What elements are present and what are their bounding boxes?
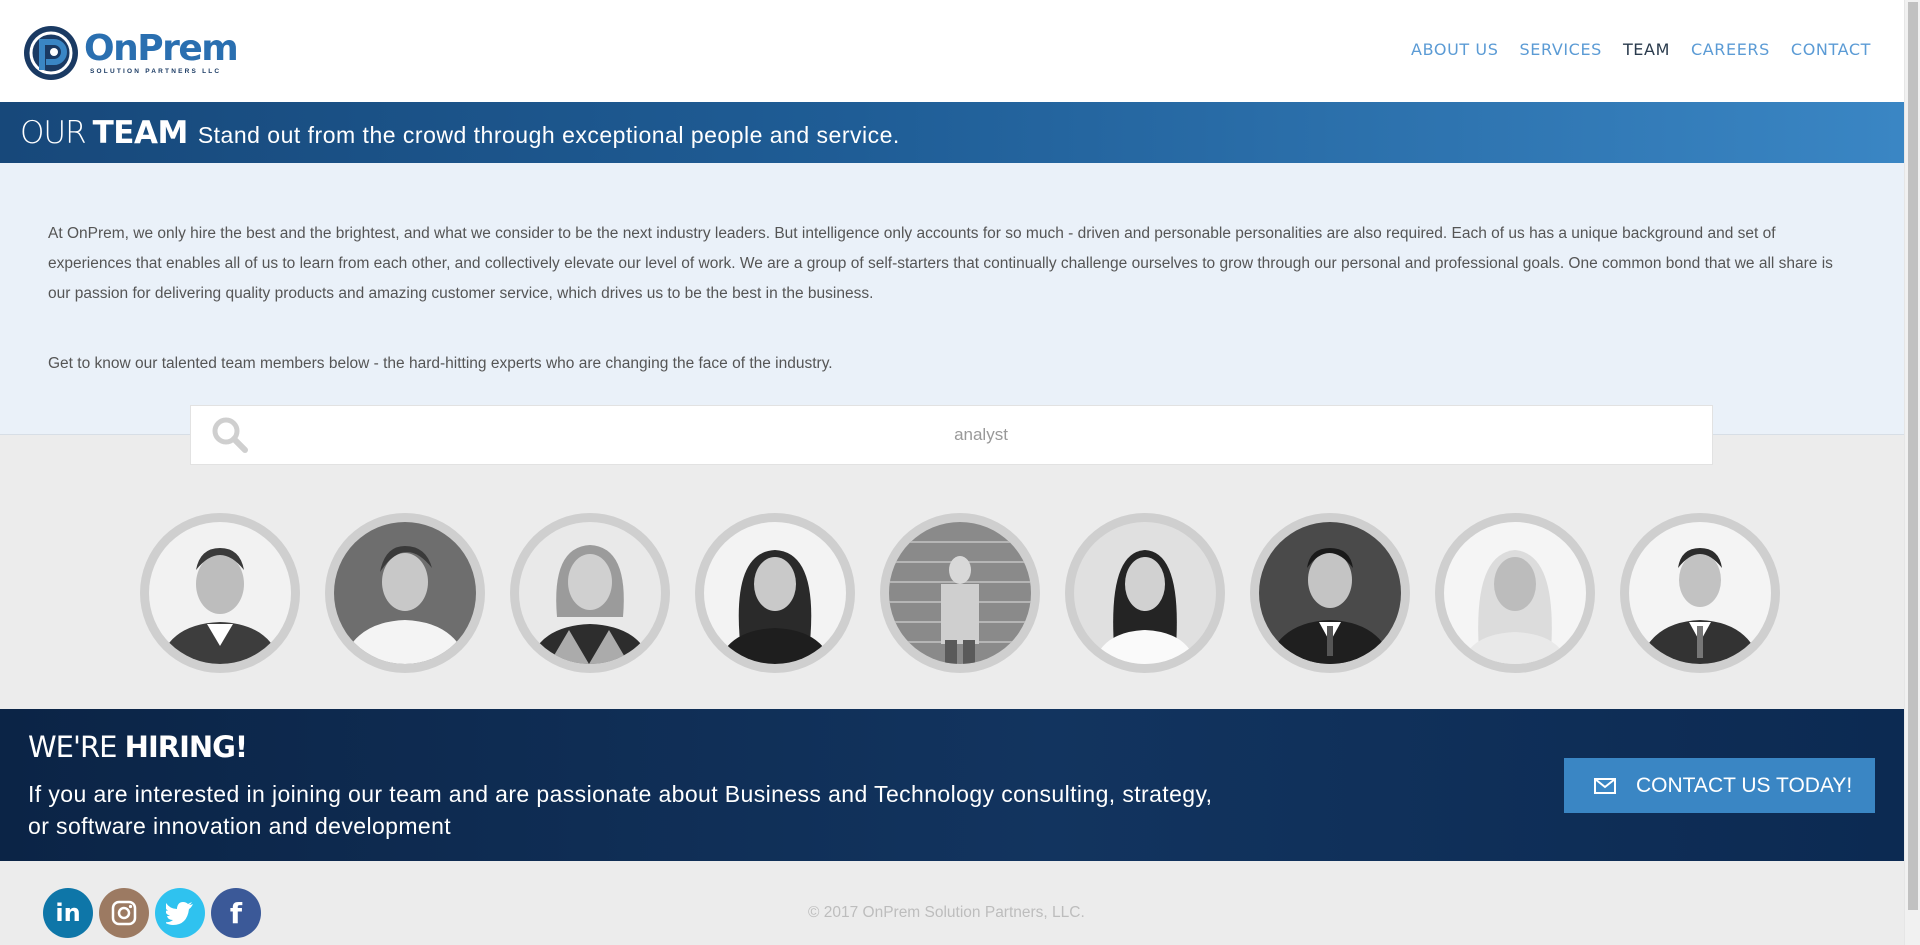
banner-tagline: Stand out from the crowd through excepti… — [197, 122, 900, 148]
twitter-icon[interactable] — [155, 888, 205, 938]
contact-us-label: CONTACT US TODAY! — [1636, 773, 1853, 797]
linkedin-icon[interactable]: in — [43, 888, 93, 938]
logo[interactable]: OnPrem SOLUTION PARTNERS LLC — [22, 24, 239, 82]
hiring-section: WE'RE HIRING! If you are interested in j… — [0, 709, 1904, 861]
nav-contact[interactable]: CONTACT — [1791, 40, 1871, 59]
team-member-avatar[interactable] — [695, 513, 855, 673]
team-search-input[interactable] — [271, 414, 1691, 456]
nav-about-us[interactable]: ABOUT US — [1411, 40, 1498, 59]
nav-careers[interactable]: CAREERS — [1691, 40, 1770, 59]
team-member-avatar[interactable] — [1620, 513, 1780, 673]
nav-services[interactable]: SERVICES — [1520, 40, 1602, 59]
social-links: in f — [43, 888, 261, 938]
main-nav: ABOUT US SERVICES TEAM CAREERS CONTACT — [1411, 40, 1871, 59]
team-member-avatar[interactable] — [1435, 513, 1595, 673]
facebook-label: f — [229, 896, 243, 930]
banner-title-team: TEAM — [92, 114, 189, 151]
envelope-icon — [1594, 777, 1616, 794]
search-icon[interactable] — [210, 415, 250, 455]
site-footer: in f © 2017 OnPrem Solution Partners, LL… — [0, 861, 1904, 945]
contact-us-button[interactable]: CONTACT US TODAY! — [1564, 758, 1875, 813]
team-member-avatar[interactable] — [325, 513, 485, 673]
logo-name: OnPrem — [84, 28, 239, 69]
team-member-avatar[interactable] — [510, 513, 670, 673]
hiring-text: If you are interested in joining our tea… — [28, 781, 1213, 839]
logo-subtitle: SOLUTION PARTNERS LLC — [90, 68, 222, 75]
team-avatars — [140, 513, 1780, 673]
team-member-avatar[interactable] — [140, 513, 300, 673]
site-header: OnPrem SOLUTION PARTNERS LLC ABOUT US SE… — [0, 0, 1904, 102]
team-member-avatar[interactable] — [1250, 513, 1410, 673]
scrollbar-thumb[interactable] — [1908, 2, 1918, 910]
team-member-avatar[interactable] — [880, 513, 1040, 673]
page-scrollbar[interactable] — [1904, 0, 1920, 945]
hiring-title-light: WE'RE — [28, 730, 117, 764]
intro-paragraph: At OnPrem, we only hire the best and the… — [48, 225, 1833, 302]
linkedin-label: in — [55, 899, 81, 927]
hiring-title: WE'RE HIRING! — [28, 730, 248, 764]
team-member-avatar[interactable] — [1065, 513, 1225, 673]
intro-paragraph-cta: Get to know our talented team members be… — [48, 355, 833, 372]
nav-team[interactable]: TEAM — [1623, 40, 1670, 59]
banner-title-our: OUR — [20, 114, 87, 151]
hiring-title-bold: HIRING! — [124, 730, 248, 764]
logo-mark-icon — [24, 26, 78, 80]
intro-section: At OnPrem, we only hire the best and the… — [0, 163, 1904, 435]
facebook-icon[interactable]: f — [211, 888, 261, 938]
team-banner: OUR TEAM Stand out from the crowd throug… — [0, 102, 1904, 163]
copyright: © 2017 OnPrem Solution Partners, LLC. — [808, 904, 1085, 921]
team-search-box — [190, 405, 1713, 465]
instagram-icon[interactable] — [99, 888, 149, 938]
